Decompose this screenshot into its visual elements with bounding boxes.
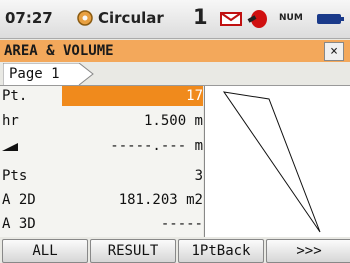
face-indicator: 1 [193,5,208,29]
row-slope: -----.--- m [0,136,203,157]
data-panel: Pt. 17 hr 1.500 m -----.--- m Pts 3 A 2D… [0,86,203,237]
area-3d-label: A 3D [2,216,36,232]
more-button[interactable]: >>> [266,239,350,263]
area-3d-value: ----- [160,216,203,232]
row-reflector-height: hr 1.500 m [0,111,203,132]
points-count: 3 [194,168,203,184]
num-indicator: NUM [279,13,303,23]
area-2d-label: A 2D [2,192,36,208]
slope-distance-field: -----.--- m [110,138,203,154]
point-label: Pt. [2,88,28,104]
close-icon[interactable]: × [324,42,344,61]
page-title: AREA & VOLUME [4,43,114,59]
row-area-3d: A 3D ----- [0,214,203,235]
tab-row: Page 1 [0,63,350,86]
reflector-height-field[interactable]: 1.500 m [62,111,203,131]
clock: 07:27 [5,9,53,27]
gear-icon [77,10,93,26]
points-label: Pts [2,168,28,184]
point-input[interactable]: 17 [62,86,203,106]
result-button[interactable]: RESULT [90,239,176,263]
measure-mode: Circular [98,9,164,27]
row-area-2d: A 2D 181.203 m2 [0,190,203,211]
area-polygon [222,91,321,233]
area-2d-value: 181.203 m2 [118,192,203,208]
slope-icon [2,143,18,151]
envelope-icon [220,12,242,26]
area-plot [204,86,350,237]
all-button[interactable]: ALL [2,239,88,263]
row-points-count: Pts 3 [0,166,203,187]
row-point: Pt. 17 [0,86,203,107]
title-bar: AREA & VOLUME × [0,40,350,62]
one-pt-back-button[interactable]: 1PtBack [178,239,264,263]
status-bar: 07:27 Circular 1 NUM [0,0,350,39]
reflector-height-label: hr [2,113,19,129]
battery-icon [317,14,344,24]
softkey-bar: ALL RESULT 1PtBack >>> [0,238,350,263]
tab-label: Page 1 [9,66,60,82]
area-polygon-plot [222,91,321,233]
satellite-icon [247,10,267,28]
tab-page-1[interactable]: Page 1 [3,63,95,85]
